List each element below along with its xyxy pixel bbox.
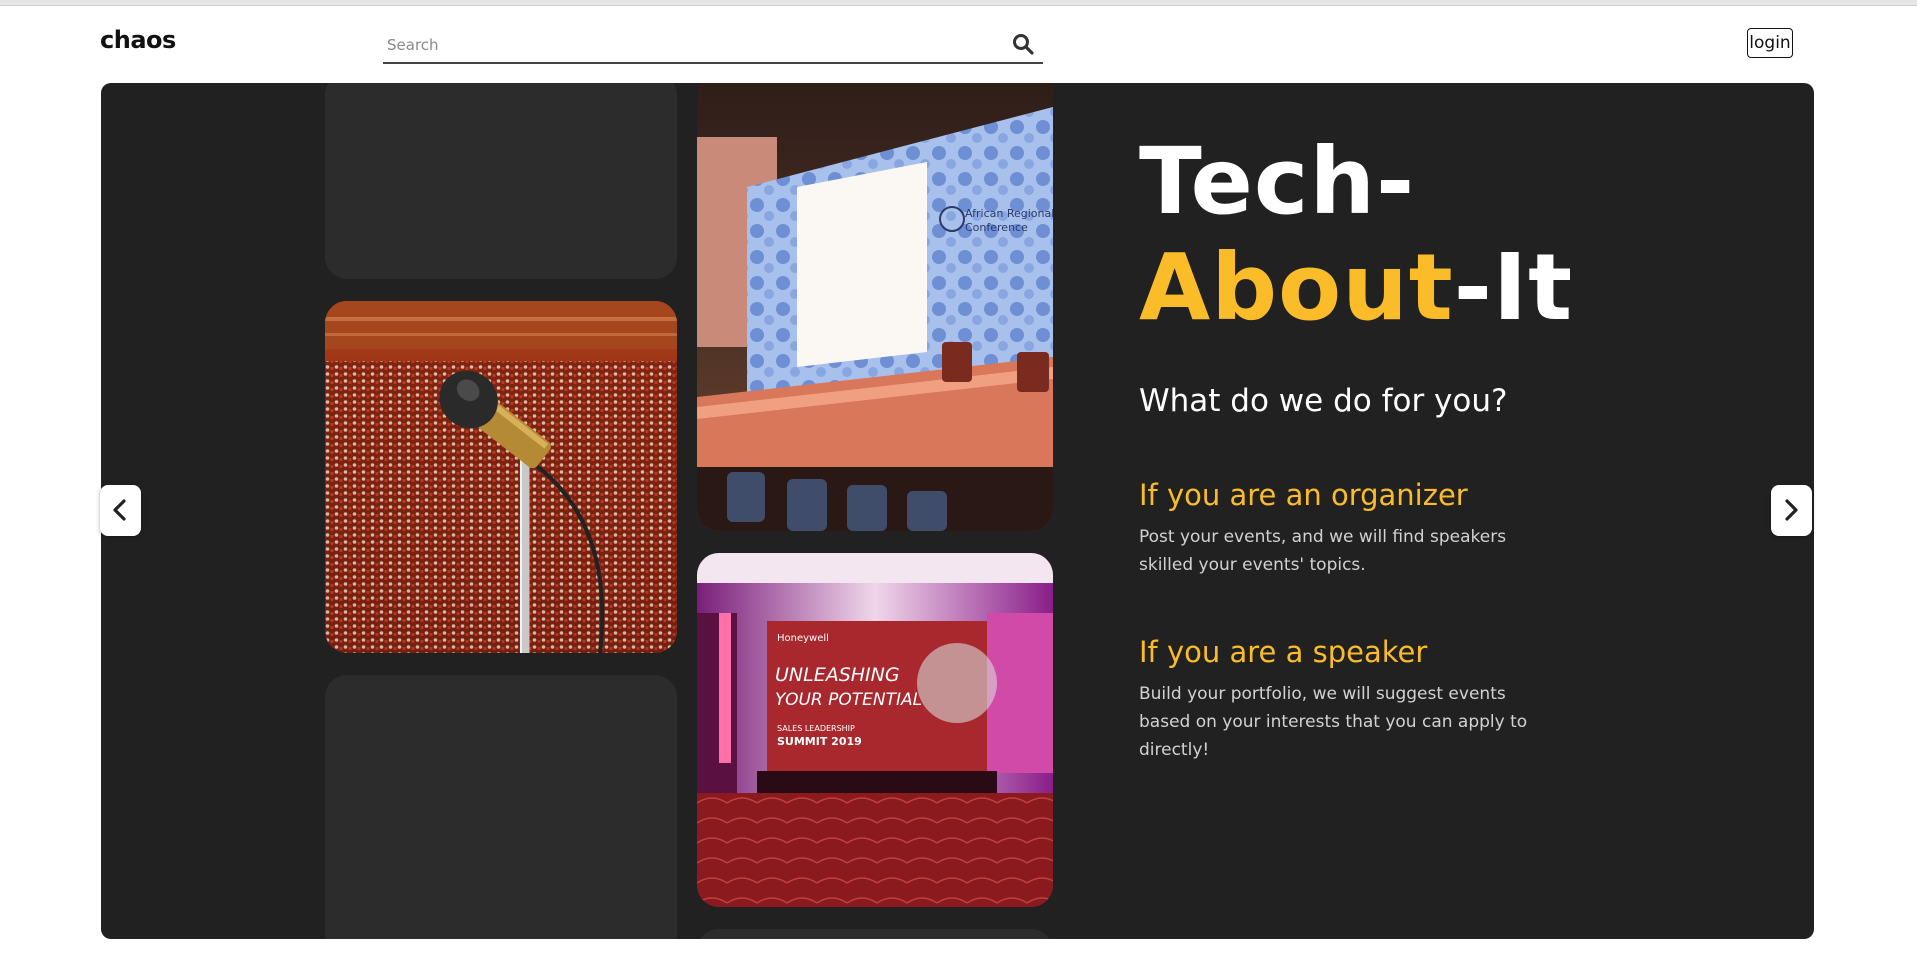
brand-text: Honeywell (777, 633, 829, 644)
speaker-description: Build your portfolio, we will suggest ev… (1139, 684, 1528, 760)
hero-title-rest: -It (1453, 234, 1574, 341)
login-button[interactable]: login (1747, 28, 1793, 58)
hero-title-line1: Tech- (1139, 128, 1416, 235)
signage-text: African Regional (965, 207, 1053, 220)
hero-title-accent: About (1139, 234, 1454, 341)
site-logo[interactable]: chaos (100, 26, 176, 54)
chevron-left-icon (113, 499, 126, 521)
chevron-right-icon (1785, 499, 1798, 521)
conference-stage-image: African Regional Conference (697, 83, 1053, 531)
banner-text: SUMMIT 2019 (777, 735, 862, 748)
carousel-prev-button[interactable] (100, 485, 141, 536)
speaker-heading: If you are a speaker (1139, 635, 1428, 669)
browser-top-strip (0, 0, 1917, 6)
organizer-heading: If you are an organizer (1139, 478, 1468, 512)
banner-text: YOUR POTENTIAL (775, 690, 922, 710)
image-placeholder-tile (697, 929, 1053, 939)
organizer-description: Post your events, and we will find speak… (1139, 527, 1507, 575)
image-column-left (325, 83, 677, 939)
microphone-audience-image (325, 301, 677, 653)
search-bar (383, 28, 1043, 64)
hero-subtitle: What do we do for you? (1139, 383, 1508, 419)
signage-text: Conference (965, 221, 1028, 234)
hero-title: Tech- About-It (1139, 129, 1573, 341)
image-column-right: African Regional Conference Honeywell UN… (697, 83, 1053, 939)
hero-carousel: African Regional Conference Honeywell UN… (101, 83, 1814, 939)
image-placeholder-tile (325, 83, 677, 279)
search-input[interactable] (385, 30, 989, 60)
banner-text: UNLEASHING (775, 664, 900, 686)
event-stage-image: Honeywell UNLEASHING YOUR POTENTIAL SALE… (697, 553, 1053, 907)
image-placeholder-tile (325, 675, 677, 939)
banner-text: SALES LEADERSHIP (777, 724, 855, 733)
search-icon[interactable] (1011, 32, 1035, 56)
carousel-next-button[interactable] (1771, 485, 1812, 536)
hero-title-line2: About-It (1139, 235, 1573, 341)
